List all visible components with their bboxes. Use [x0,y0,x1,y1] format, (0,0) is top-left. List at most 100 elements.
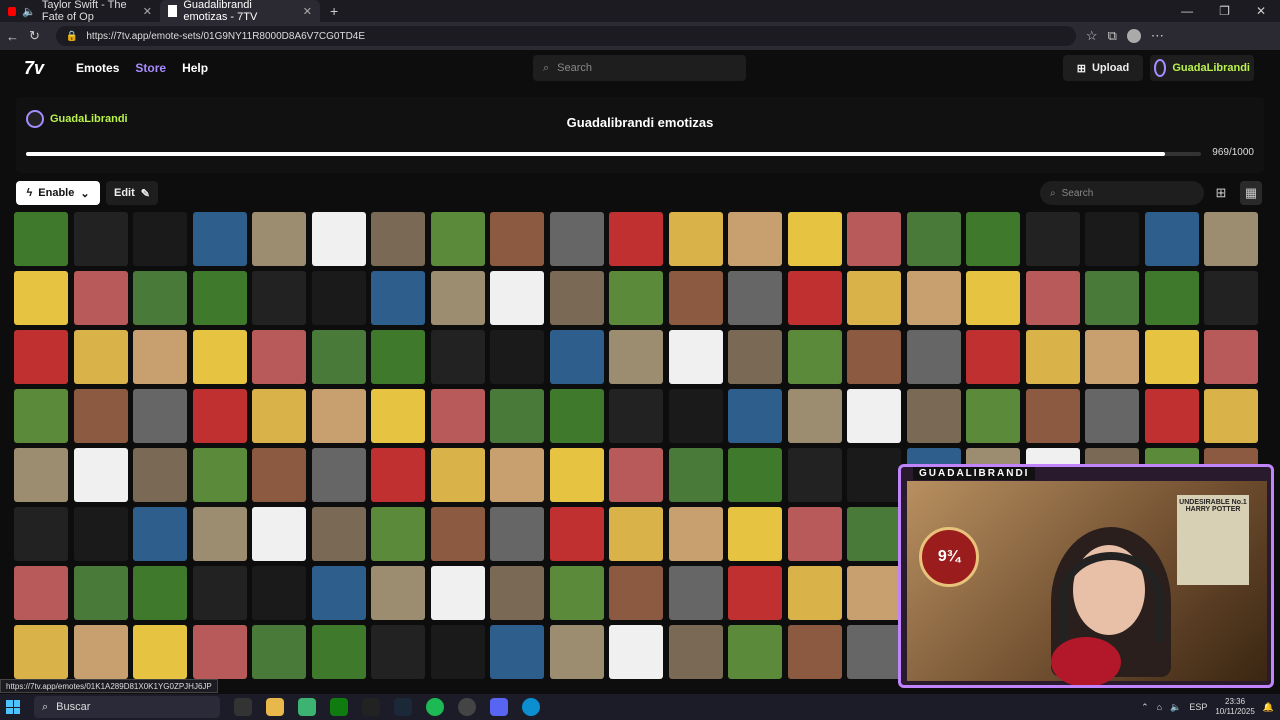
emote-tile[interactable] [371,389,425,443]
emote-tile[interactable] [609,389,663,443]
emote-tile[interactable] [311,389,366,443]
emote-tile[interactable] [847,271,901,325]
emote-tile[interactable] [787,507,842,561]
more-menu-icon[interactable]: ⋯ [1151,28,1164,44]
emote-tile[interactable] [1085,271,1139,325]
emote-tile[interactable] [133,389,187,443]
emote-tile[interactable] [549,212,604,266]
chevron-up-icon[interactable]: ⌃ [1141,702,1149,713]
steam-icon[interactable] [394,698,412,716]
emote-tile[interactable] [490,625,544,679]
emote-tile[interactable] [609,566,663,620]
emote-tile[interactable] [490,271,544,325]
emote-tile[interactable] [430,625,485,679]
clock[interactable]: 23:36 10/11/2025 [1215,697,1254,717]
emote-tile[interactable] [966,330,1020,384]
emote-tile[interactable] [192,330,247,384]
emote-tile[interactable] [668,448,723,502]
emote-tile[interactable] [549,389,604,443]
epic-games-icon[interactable] [362,698,380,716]
file-explorer-icon[interactable] [266,698,284,716]
emote-tile[interactable] [14,566,68,620]
maximize-icon[interactable]: ❐ [1219,4,1230,18]
emote-tile[interactable] [549,271,604,325]
emote-tile[interactable] [728,330,782,384]
emote-tile[interactable] [192,566,247,620]
emote-tile[interactable] [14,389,68,443]
emote-tile[interactable] [609,507,663,561]
emote-tile[interactable] [430,271,485,325]
user-menu-button[interactable]: GuadaLibrandi [1150,55,1254,81]
emote-tile[interactable] [728,507,782,561]
emote-tile[interactable] [192,389,247,443]
emote-tile[interactable] [668,271,723,325]
emote-tile[interactable] [787,389,842,443]
emote-tile[interactable] [430,507,485,561]
emote-tile[interactable] [133,212,187,266]
emote-tile[interactable] [14,212,68,266]
emote-tile[interactable] [192,507,247,561]
enable-button[interactable]: ϟ Enable ⌄ [16,181,100,205]
minecraft-icon[interactable] [298,698,316,716]
emote-tile[interactable] [252,271,306,325]
address-bar[interactable]: 🔒 https://7tv.app/emote-sets/01G9NY11R80… [55,26,1076,46]
emote-tile[interactable] [1204,271,1258,325]
emote-tile[interactable] [14,507,68,561]
emote-tile[interactable] [430,212,485,266]
emote-tile[interactable] [728,448,782,502]
emote-tile[interactable] [966,271,1020,325]
speaker-icon[interactable]: 🔈 [22,5,36,18]
emote-tile[interactable] [371,625,425,679]
language-indicator[interactable]: ESP [1189,702,1207,712]
xbox-icon[interactable] [330,698,348,716]
grid-large-view-icon[interactable]: ▦ [1240,181,1262,205]
emote-tile[interactable] [73,330,128,384]
emote-tile[interactable] [1144,330,1199,384]
emote-tile[interactable] [609,448,663,502]
emote-tile[interactable] [73,625,128,679]
emote-tile[interactable] [133,507,187,561]
extensions-icon[interactable]: ⧉ [1108,28,1117,44]
emote-tile[interactable] [549,566,604,620]
minimize-icon[interactable]: — [1181,4,1193,18]
emote-tile[interactable] [192,212,247,266]
emote-tile[interactable] [1144,389,1199,443]
emote-tile[interactable] [906,330,961,384]
emote-tile[interactable] [192,271,247,325]
reload-icon[interactable]: ↻ [29,28,40,44]
emote-tile[interactable] [490,566,544,620]
emote-tile[interactable] [371,566,425,620]
emote-tile[interactable] [906,212,961,266]
emote-tile[interactable] [252,566,306,620]
emote-tile[interactable] [73,507,128,561]
emote-tile[interactable] [311,625,366,679]
emote-tile[interactable] [311,448,366,502]
emote-tile[interactable] [787,271,842,325]
emote-tile[interactable] [966,212,1020,266]
obs-icon[interactable] [458,698,476,716]
emote-tile[interactable] [1025,271,1080,325]
emote-tile[interactable] [787,212,842,266]
emote-tile[interactable] [371,448,425,502]
nav-emotes[interactable]: Emotes [76,61,119,75]
emote-tile[interactable] [1085,330,1139,384]
emote-tile[interactable] [728,389,782,443]
nav-store[interactable]: Store [135,61,166,75]
emote-tile[interactable] [906,389,961,443]
emote-tile[interactable] [668,566,723,620]
back-icon[interactable]: ← [6,29,19,44]
emote-tile[interactable] [1085,212,1139,266]
emote-tile[interactable] [14,271,68,325]
emote-tile[interactable] [847,625,901,679]
tab-youtube[interactable]: 🔈 Taylor Swift - The Fate of Op ✕ [0,0,160,23]
emote-tile[interactable] [490,389,544,443]
emote-tile[interactable] [490,448,544,502]
emote-tile[interactable] [14,625,68,679]
7tv-logo[interactable]: 7v [24,58,44,79]
emote-tile[interactable] [371,507,425,561]
emote-tile[interactable] [311,507,366,561]
site-search-input[interactable]: ⌕ Search [533,55,746,81]
emote-tile[interactable] [668,212,723,266]
profile-avatar[interactable] [1126,29,1141,43]
emote-search-input[interactable]: ⌕ Search [1040,181,1204,205]
